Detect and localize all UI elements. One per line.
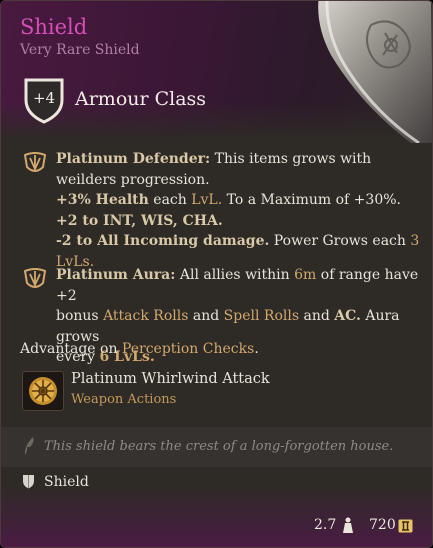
passive-text: All allies within	[175, 267, 295, 283]
gold-coin-icon	[398, 519, 413, 533]
passive-text: and	[299, 308, 335, 324]
spell-rolls-link[interactable]: Spell Rolls	[224, 308, 299, 324]
ornate-shield-art	[301, 1, 432, 143]
platinum-crest-icon	[23, 268, 47, 288]
advantage-text: .	[254, 341, 259, 357]
passive-name: Platinum Defender:	[56, 151, 211, 167]
action-name: Platinum Whirlwind Attack	[71, 371, 270, 387]
item-name: Shield	[20, 15, 88, 39]
action-type: Weapon Actions	[71, 392, 177, 407]
perception-checks-link[interactable]: Perception Checks	[122, 341, 254, 357]
bonus-text: Power Grows each	[269, 233, 411, 249]
passive-text: bonus	[56, 308, 104, 324]
flavor-text: This shield bears the crest of a long-fo…	[44, 439, 394, 454]
bonus-damage-reduction: -2 to All Incoming damage.	[56, 233, 270, 249]
weight-icon	[343, 517, 353, 533]
armour-class-value: +4	[32, 89, 56, 107]
range-link[interactable]: 6m	[294, 267, 316, 283]
bonus-stats: +2 to INT, WIS, CHA.	[56, 212, 223, 229]
passive-platinum-defender: Platinum Defender: This items grows with…	[56, 149, 426, 272]
advantage-text: Advantage on	[20, 341, 122, 357]
bonus-text: To a Maximum of +30%.	[222, 192, 401, 208]
item-tooltip: Shield Very Rare Shield +4 Armour Class …	[0, 0, 433, 548]
platinum-crest-icon	[23, 152, 47, 172]
whirlwind-attack-button[interactable]	[22, 371, 64, 411]
bonus-text: each	[148, 192, 192, 208]
passive-name: Platinum Aura:	[56, 267, 176, 283]
armour-class-label: Armour Class	[75, 88, 207, 110]
whirlwind-attack-icon	[29, 377, 57, 405]
passive-text: and	[188, 308, 224, 324]
quill-icon	[24, 437, 34, 455]
advantage-line: Advantage on Perception Checks.	[20, 339, 420, 360]
bonus-health: +3% Health	[56, 192, 149, 208]
item-rarity: Very Rare Shield	[20, 42, 140, 58]
item-price: 720	[369, 517, 396, 533]
attack-rolls-link[interactable]: Attack Rolls	[103, 308, 188, 324]
ac-keyword[interactable]: AC.	[334, 308, 361, 324]
bonus-level-link[interactable]: LvL.	[191, 192, 222, 208]
item-weight: 2.7	[314, 517, 337, 533]
